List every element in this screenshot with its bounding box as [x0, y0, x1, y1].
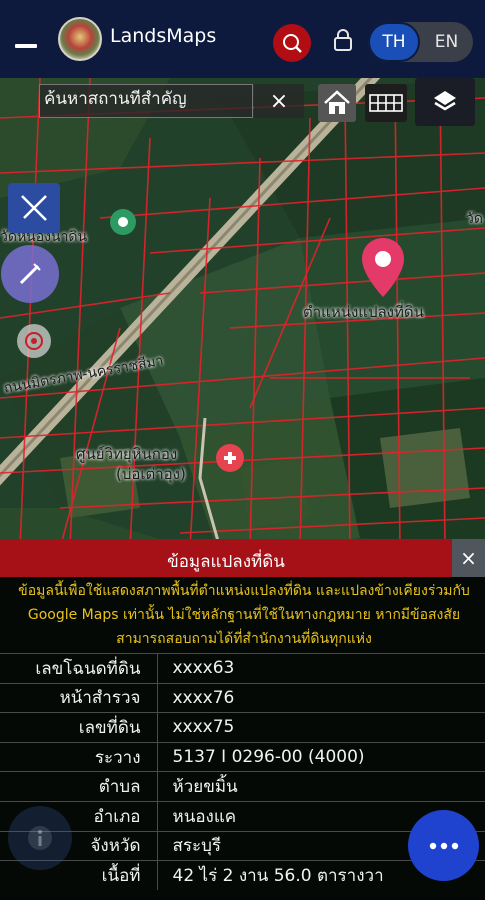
info-row: เลขที่ดิน xxxx75	[0, 712, 485, 743]
lang-en-button[interactable]: EN	[420, 22, 473, 62]
close-panel-button[interactable]: ×	[452, 539, 485, 577]
draw-tool-button[interactable]	[8, 183, 60, 233]
measure-tool-button[interactable]	[1, 245, 59, 303]
brand-title: LandsMaps	[110, 25, 217, 47]
info-row: เลขโฉนดที่ดิน xxxx63	[0, 653, 485, 684]
info-button[interactable]	[8, 806, 72, 870]
hospital-pin-icon	[216, 444, 244, 472]
place-search-box[interactable]	[39, 84, 253, 118]
parcel-label: ตำแหน่งแปลงที่ดิน	[303, 303, 424, 321]
target-icon	[25, 332, 43, 350]
info-row-value: 5137 I 0296-00 (4000)	[157, 741, 485, 772]
menu-icon[interactable]	[15, 44, 37, 48]
parcel-info-header: ข้อมูลแปลงที่ดิน ×	[0, 539, 485, 577]
top-header: LandsMaps TH EN	[0, 0, 485, 78]
place-search-input[interactable]	[44, 89, 248, 109]
temple-pin-icon	[110, 209, 136, 235]
layers-icon	[434, 91, 456, 111]
home-icon	[324, 90, 350, 114]
disclaimer-text: ข้อมูลนี้เพื่อใช้แสดงสภาพพื้นที่ตำแหน่งแ…	[18, 583, 470, 647]
ruler-pencil-icon	[21, 195, 47, 221]
info-row-label: หน้าสำรวจ	[0, 682, 158, 713]
info-row: เนื้อที่ 42 ไร่ 2 งาน 56.0 ตารางวา	[0, 860, 485, 891]
info-row-value: xxxx76	[157, 682, 485, 713]
info-row-label: ระวาง	[0, 741, 158, 772]
edge-label: วัด	[466, 211, 483, 227]
lang-th-button[interactable]: TH	[368, 22, 420, 62]
grid-button[interactable]	[365, 84, 407, 122]
more-options-button[interactable]	[408, 810, 479, 881]
lock-icon[interactable]	[333, 28, 353, 52]
grid-icon	[369, 94, 403, 112]
info-row-value: xxxx63	[157, 653, 485, 684]
pencil-icon	[19, 263, 41, 285]
layers-button[interactable]	[415, 78, 475, 126]
language-toggle[interactable]: TH EN	[368, 22, 473, 62]
info-row: ระวาง 5137 I 0296-00 (4000)	[0, 741, 485, 772]
info-row: หน้าสำรวจ xxxx76	[0, 682, 485, 713]
info-row-label: ตำบล	[0, 771, 158, 802]
info-row: ตำบล ห้วยขมิ้น	[0, 771, 485, 802]
search-icon	[283, 34, 302, 53]
info-row-label: เลขที่ดิน	[0, 712, 158, 743]
info-icon	[28, 826, 52, 850]
info-row-label: เลขโฉนดที่ดิน	[0, 653, 158, 684]
info-row-value: ห้วยขมิ้น	[157, 771, 485, 802]
locate-button[interactable]	[17, 324, 51, 358]
search-button[interactable]	[273, 24, 311, 62]
department-logo	[58, 17, 102, 61]
clear-search-button[interactable]: ×	[254, 84, 304, 118]
landsmaps-app: LandsMaps TH EN ตำแหน่งแปลงที่ดิน วัดหนอ…	[0, 0, 485, 900]
radio-station-sub-label: (บ่อเต่าอุง)	[116, 465, 186, 483]
info-row-value: xxxx75	[157, 712, 485, 743]
parcel-info-title: ข้อมูลแปลงที่ดิน	[167, 552, 285, 572]
home-button[interactable]	[318, 84, 356, 122]
more-dots-icon	[429, 842, 458, 849]
